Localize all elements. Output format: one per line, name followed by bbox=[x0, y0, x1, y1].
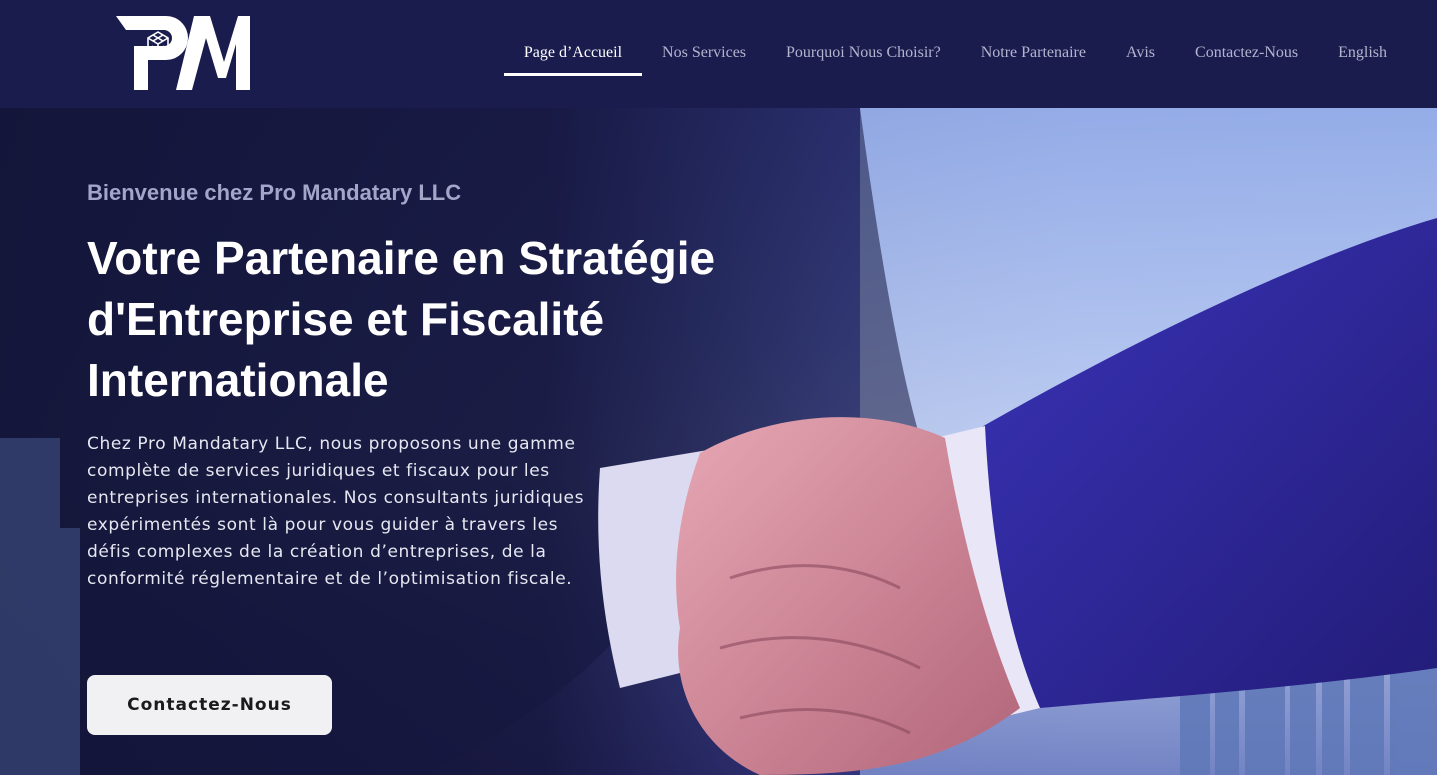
hero-content: Bienvenue chez Pro Mandatary LLC Votre P… bbox=[87, 180, 727, 593]
nav-item-pourquoi[interactable]: Pourquoi Nous Choisir? bbox=[766, 32, 961, 76]
nav-item-accueil[interactable]: Page d’Accueil bbox=[503, 32, 643, 76]
pm-logo-icon[interactable]: PM bbox=[114, 14, 252, 92]
top-navbar: PM Page d’Accueil Nos Services Pourquoi … bbox=[0, 0, 1437, 108]
nav-item-services[interactable]: Nos Services bbox=[642, 32, 766, 76]
nav-item-avis[interactable]: Avis bbox=[1106, 32, 1175, 76]
hero-kicker: Bienvenue chez Pro Mandatary LLC bbox=[87, 180, 462, 205]
hero-title: Votre Partenaire en Stratégie d'Entrepri… bbox=[87, 232, 716, 406]
contact-button[interactable]: Contactez-Nous bbox=[87, 675, 332, 735]
nav-item-partenaire[interactable]: Notre Partenaire bbox=[961, 32, 1106, 76]
nav-item-contact[interactable]: Contactez-Nous bbox=[1175, 32, 1318, 76]
hero-description: Chez Pro Mandatary LLC, nous proposons u… bbox=[87, 434, 585, 589]
nav-item-english[interactable]: English bbox=[1318, 32, 1407, 76]
hero-section: Bienvenue chez Pro Mandatary LLC Votre P… bbox=[0, 108, 1437, 775]
main-nav: Page d’Accueil Nos Services Pourquoi Nou… bbox=[503, 32, 1407, 76]
